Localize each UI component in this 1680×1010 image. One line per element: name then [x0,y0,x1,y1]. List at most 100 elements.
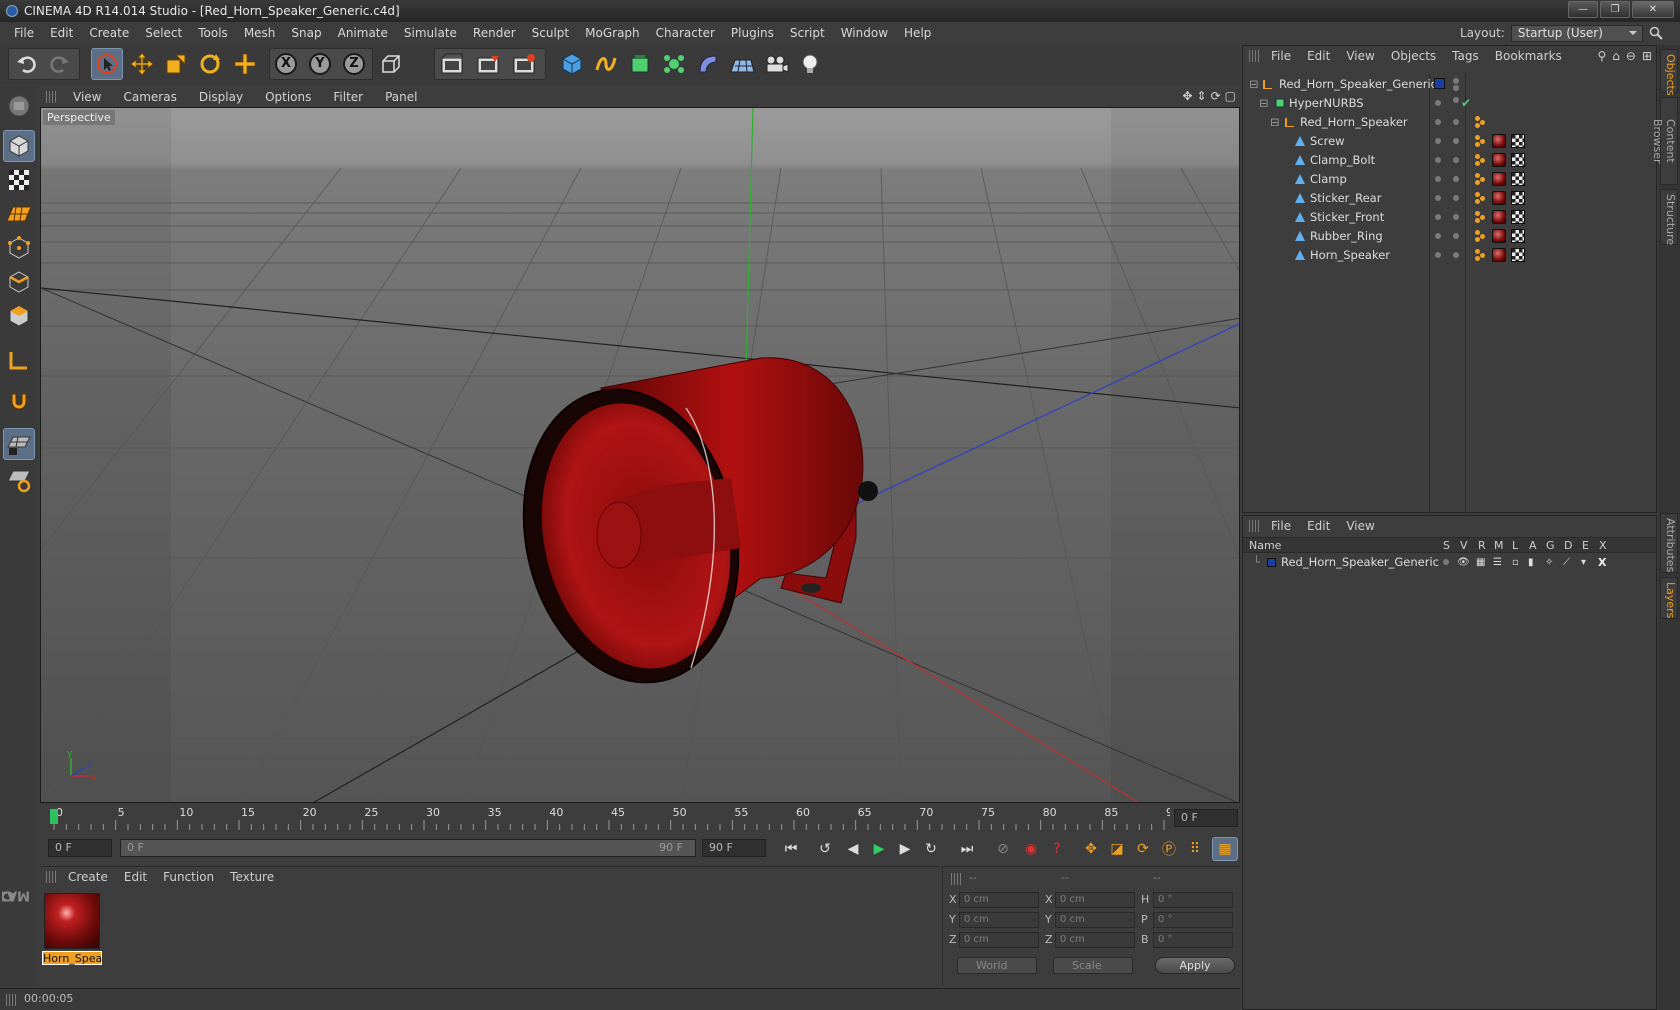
horn-speaker-model[interactable] [498,357,878,703]
max-frame-field[interactable]: 90 F [702,839,766,857]
magnet-icon[interactable] [3,386,35,418]
uvw-tag-icon[interactable] [1511,172,1525,186]
panel-grip[interactable] [46,91,56,103]
obj-menu-bookmarks[interactable]: Bookmarks [1487,49,1570,63]
visibility-dot[interactable] [1435,195,1441,201]
position-z-field[interactable]: 0 cm [959,932,1039,948]
object-row-horn-speaker[interactable]: Horn_Speaker [1243,245,1656,265]
scale-icon[interactable] [160,48,192,80]
cube-icon[interactable] [556,48,588,80]
panel-grip[interactable] [6,994,16,1006]
perspective-viewport[interactable]: y x z Perspective [40,107,1240,803]
layer-generators-icon[interactable]: ✧ [1545,554,1553,571]
panel-grip[interactable] [1249,50,1259,62]
object-row-clamp-bolt[interactable]: Clamp_Bolt [1243,150,1656,170]
enabled-check-icon[interactable]: ✔ [1461,93,1471,113]
orbit-icon[interactable]: ⟳ [1211,89,1221,103]
render-dot[interactable] [1453,214,1459,220]
menu-animate[interactable]: Animate [330,26,396,40]
obj-menu-objects[interactable]: Objects [1383,49,1444,63]
live-selection-icon[interactable] [91,48,123,80]
minimize-button[interactable]: — [1568,1,1598,18]
playhead[interactable] [50,809,58,824]
key-pla-icon[interactable]: ⠿ [1182,837,1208,861]
current-frame-field[interactable]: 0 F [48,839,112,857]
visibility-dot[interactable] [1435,176,1441,182]
menu-simulate[interactable]: Simulate [396,26,465,40]
menu-script[interactable]: Script [782,26,833,40]
layer-row[interactable]: └ Red_Horn_Speaker_Generic 👁 ▦ ☰ ▫ ▮ ✧ ⟋… [1243,554,1656,571]
obj-menu-view[interactable]: View [1338,49,1382,63]
visibility-dot[interactable] [1435,233,1441,239]
timeline-end-field[interactable]: 0 F [1174,809,1238,827]
camera-icon[interactable] [760,48,792,80]
render-dot[interactable] [1453,157,1459,163]
col-locked[interactable]: L [1512,539,1518,552]
size-mode-dropdown[interactable]: Scale [1053,957,1133,974]
subdivision-surface-icon[interactable] [624,48,656,80]
visibility-dot[interactable] [1453,78,1459,84]
play-icon[interactable]: ▶ [866,837,892,861]
snap-enable-icon[interactable] [3,428,35,460]
uvw-tag-icon[interactable] [1511,191,1525,205]
undo-icon[interactable] [10,48,42,80]
render-dot[interactable] [1453,176,1459,182]
material-tag-icon[interactable] [1492,191,1506,205]
render-view-icon[interactable] [436,48,468,80]
next-key-icon[interactable]: ↻ [918,837,944,861]
collapse-icon[interactable]: ⊟ [1249,74,1259,94]
position-x-field[interactable]: 0 cm [959,892,1039,908]
object-row-sticker-rear[interactable]: Sticker_Rear [1243,188,1656,208]
material-tag-icon[interactable] [1492,134,1506,148]
object-row-root[interactable]: ⊟ Red_Horn_Speaker_Generic [1243,74,1656,94]
obj-menu-edit[interactable]: Edit [1299,49,1338,63]
rotation-h-field[interactable]: 0 ° [1153,892,1233,908]
key-position-icon[interactable]: ✥ [1078,837,1104,861]
rotation-b-field[interactable]: 0 ° [1153,932,1233,948]
size-y-field[interactable]: 0 cm [1055,912,1135,928]
tab-structure[interactable]: Structure [1660,189,1678,245]
layer-animation-icon[interactable]: ▮ [1528,554,1534,571]
col-generators[interactable]: G [1546,539,1555,552]
pan-icon[interactable]: ✥ [1182,89,1192,103]
axis-mode-icon[interactable] [3,344,35,376]
col-manager[interactable]: M [1494,539,1504,552]
col-xref[interactable]: X [1599,539,1607,552]
spline-pen-icon[interactable] [590,48,622,80]
material-tag-icon[interactable] [1492,172,1506,186]
menu-mesh[interactable]: Mesh [236,26,284,40]
menu-file[interactable]: File [6,26,42,40]
rotation-p-field[interactable]: 0 ° [1153,912,1233,928]
viewport-menu-view[interactable]: View [62,90,112,104]
phong-tag-icon[interactable] [1475,211,1487,223]
frame-range-slider[interactable]: 0 F 90 F [120,839,696,857]
size-z-field[interactable]: 0 cm [1055,932,1135,948]
obj-menu-file[interactable]: File [1263,49,1299,63]
layout-dropdown[interactable]: Startup (User) [1510,24,1643,42]
object-row-hypernurbs[interactable]: ⊟ HyperNURBS ✔ [1243,93,1656,113]
key-parameter-icon[interactable]: Ⓟ [1156,837,1182,861]
uvw-tag-icon[interactable] [1511,134,1525,148]
phong-tag-icon[interactable] [1475,173,1487,185]
layer-menu-view[interactable]: View [1338,519,1382,533]
panel-grip[interactable] [1249,520,1259,532]
visibility-dot[interactable] [1435,252,1441,258]
layer-render-icon[interactable]: ▦ [1476,554,1485,571]
render-dot[interactable] [1453,85,1459,91]
object-row-rubber-ring[interactable]: Rubber_Ring [1243,226,1656,246]
render-picture-viewer-icon[interactable] [472,48,504,80]
y-axis-lock-icon[interactable]: Y [304,48,336,80]
viewport-menu-filter[interactable]: Filter [322,90,374,104]
object-row-speaker-null[interactable]: ⊟ Red_Horn_Speaker [1243,112,1656,132]
layer-xref-icon[interactable]: X [1598,554,1606,571]
tab-layers[interactable]: Layers [1660,577,1678,619]
size-x-field[interactable]: 0 cm [1055,892,1135,908]
col-solo[interactable]: S [1443,539,1450,552]
tab-content-browser[interactable]: Content Browser [1651,97,1678,185]
viewport-menu-options[interactable]: Options [254,90,322,104]
layer-view-eye-icon[interactable]: 👁 [1457,554,1470,571]
panel-grip[interactable] [46,871,56,883]
home-icon[interactable]: ⌂ [1612,49,1620,63]
menu-snap[interactable]: Snap [283,26,329,40]
tab-attributes[interactable]: Attributes [1660,513,1678,573]
